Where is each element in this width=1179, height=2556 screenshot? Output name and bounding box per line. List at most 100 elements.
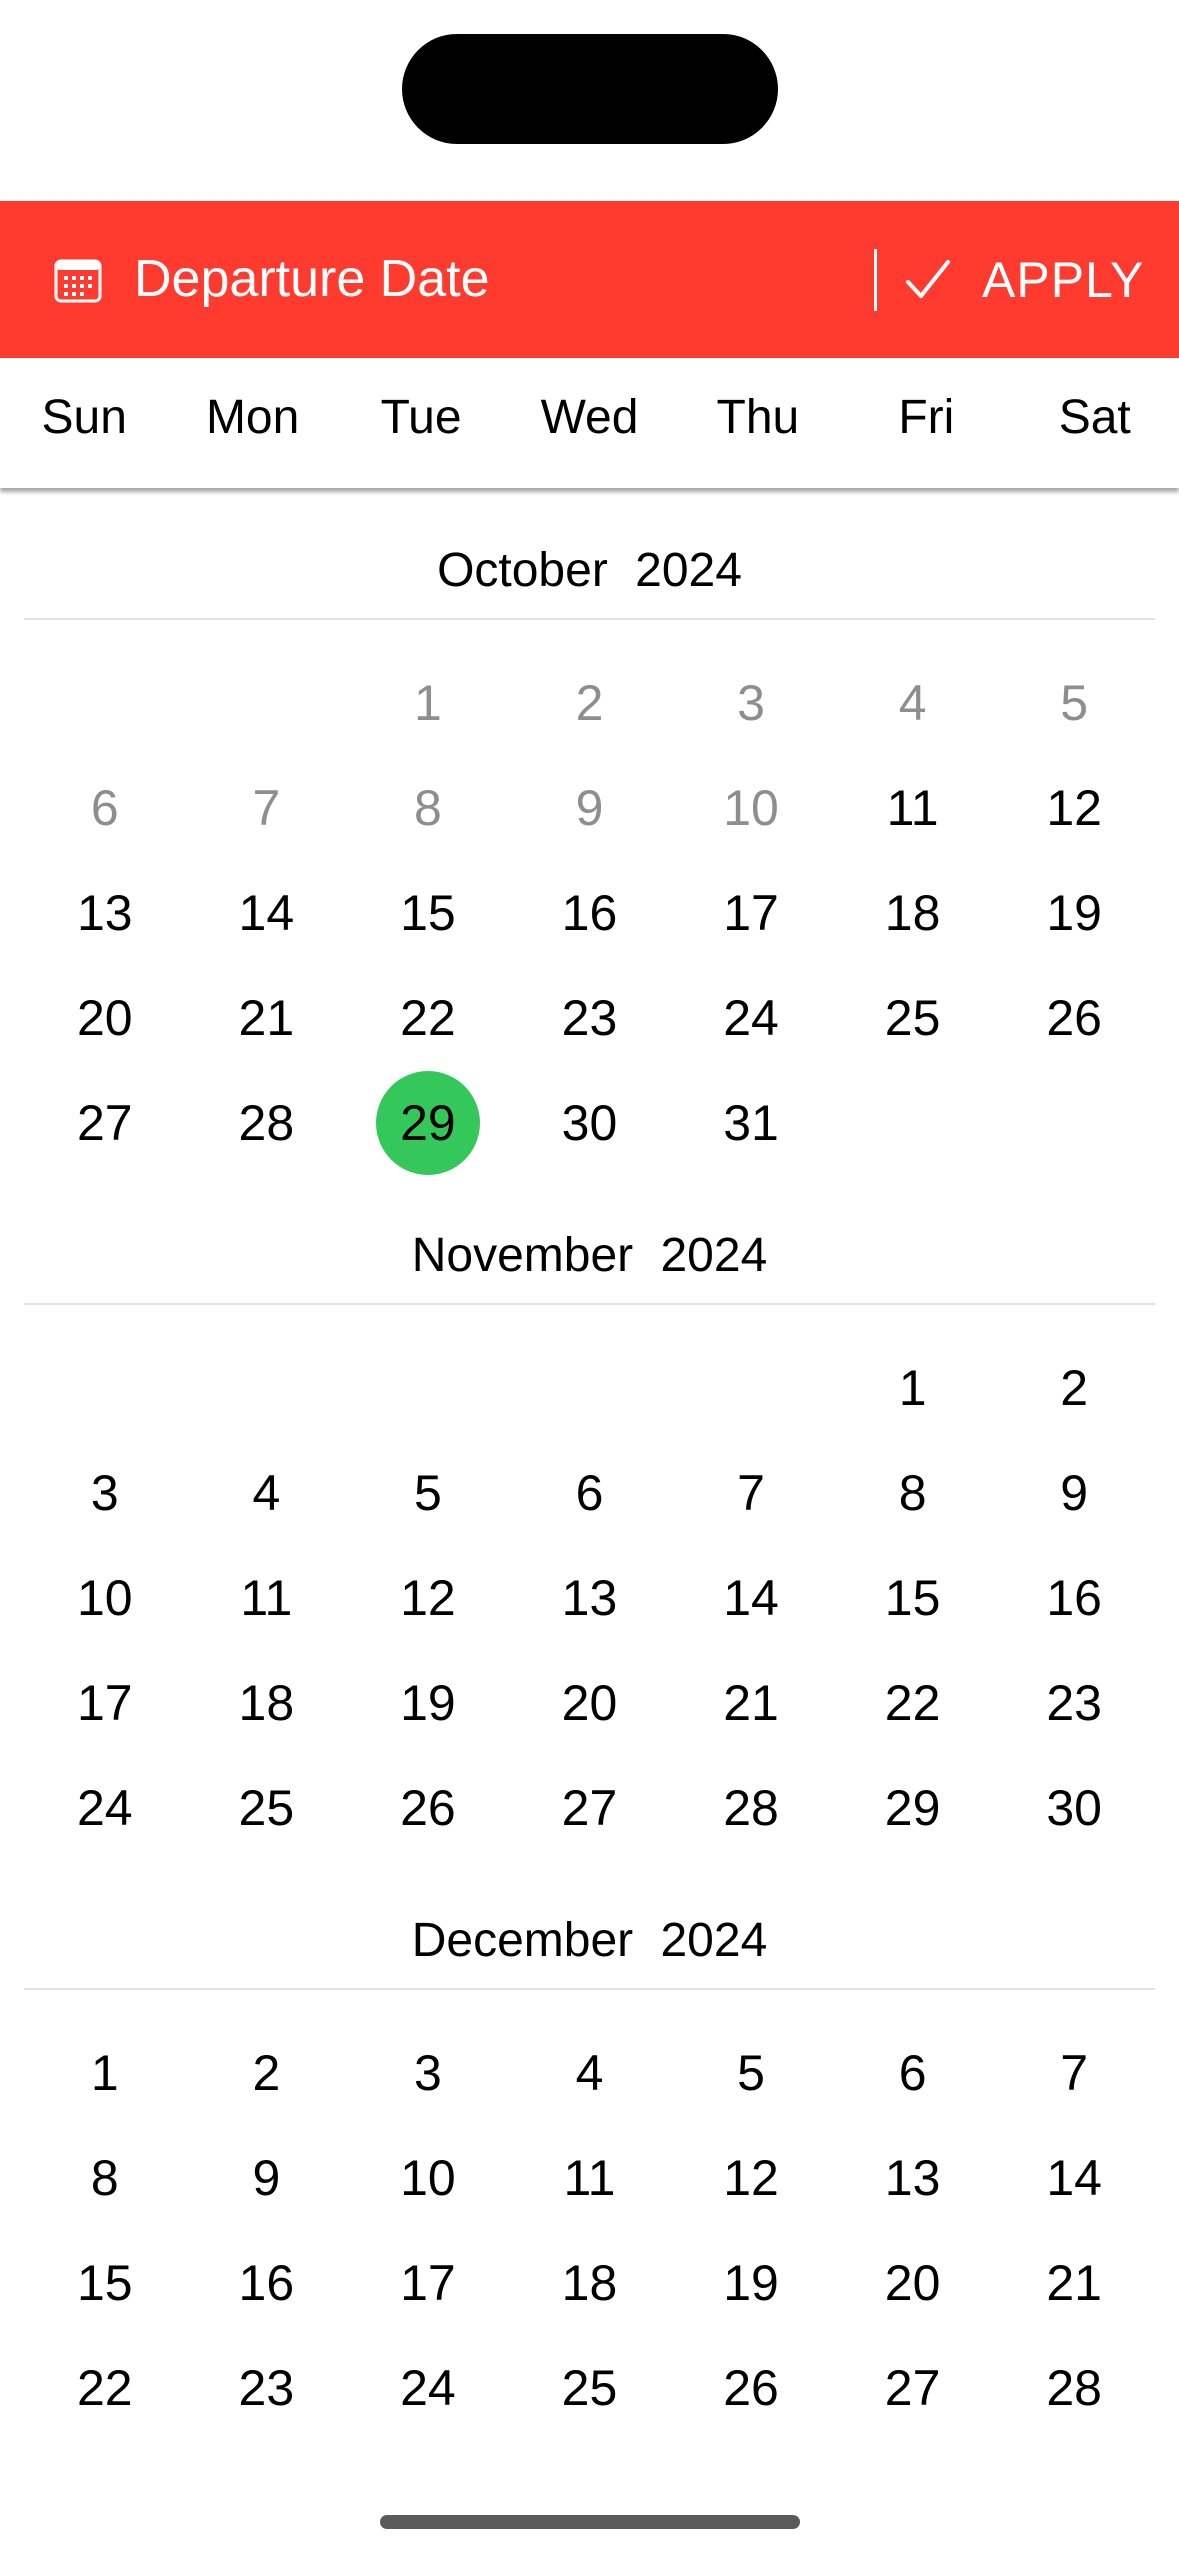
- day-cell[interactable]: 9: [993, 1440, 1155, 1545]
- day-cell[interactable]: 23: [186, 2335, 348, 2440]
- week-row: 1 2 3 4 5 6 7: [24, 2020, 1155, 2125]
- day-cell[interactable]: 21: [670, 1650, 832, 1755]
- day-cell[interactable]: 28: [186, 1070, 348, 1175]
- day-cell[interactable]: 18: [832, 860, 994, 965]
- day-cell[interactable]: 14: [186, 860, 348, 965]
- day-cell[interactable]: 22: [347, 965, 509, 1070]
- day-cell[interactable]: 18: [186, 1650, 348, 1755]
- day-cell[interactable]: 29: [832, 1755, 994, 1860]
- day-cell[interactable]: 7: [670, 1440, 832, 1545]
- apply-button[interactable]: APPLY: [900, 201, 1160, 358]
- calendar-scroll-view[interactable]: October 2024 1 2 3 4 5 6 7 8 9 10 11 12 13 14 15 16 17 18 1…: [0, 490, 1179, 2440]
- day-cell[interactable]: 24: [24, 1755, 186, 1860]
- day-cell[interactable]: 16: [186, 2230, 348, 2335]
- day-cell[interactable]: 25: [832, 965, 994, 1070]
- day-cell[interactable]: 12: [993, 755, 1155, 860]
- day-cell[interactable]: 20: [24, 965, 186, 1070]
- day-cell[interactable]: 13: [24, 860, 186, 965]
- day-cell[interactable]: 9: [186, 2125, 348, 2230]
- day-number: 2: [252, 2044, 281, 2101]
- day-cell[interactable]: 3: [347, 2020, 509, 2125]
- day-cell[interactable]: 27: [509, 1755, 671, 1860]
- day-cell[interactable]: 16: [509, 860, 671, 965]
- day-cell[interactable]: 11: [509, 2125, 671, 2230]
- day-cell[interactable]: 5: [670, 2020, 832, 2125]
- day-cell[interactable]: 17: [670, 860, 832, 965]
- calendar-icon: [54, 259, 102, 303]
- day-cell[interactable]: 26: [347, 1755, 509, 1860]
- day-number: 10: [76, 1569, 133, 1626]
- weekday-thu: Thu: [716, 391, 800, 444]
- day-cell[interactable]: 4: [186, 1440, 348, 1545]
- day-cell[interactable]: 10: [24, 1545, 186, 1650]
- day-cell[interactable]: 7: [993, 2020, 1155, 2125]
- day-cell[interactable]: 21: [993, 2230, 1155, 2335]
- day-number: 8: [90, 2149, 119, 2206]
- day-cell[interactable]: 2: [186, 2020, 348, 2125]
- day-cell[interactable]: 25: [509, 2335, 671, 2440]
- day-cell[interactable]: 13: [832, 2125, 994, 2230]
- day-number: 3: [90, 1464, 119, 1521]
- day-cell[interactable]: 1: [832, 1335, 994, 1440]
- day-cell[interactable]: 24: [670, 965, 832, 1070]
- day-cell[interactable]: 15: [24, 2230, 186, 2335]
- day-cell[interactable]: 30: [509, 1070, 671, 1175]
- day-cell[interactable]: 6: [832, 2020, 994, 2125]
- week-row: 6 7 8 9 10 11 12: [24, 755, 1155, 860]
- day-number: 29: [375, 1070, 480, 1175]
- day-number: 18: [884, 884, 941, 941]
- weekday-fri: Fri: [898, 391, 955, 444]
- day-number: 19: [723, 2254, 779, 2311]
- day-number: 14: [723, 1569, 779, 1626]
- day-cell[interactable]: 14: [670, 1545, 832, 1650]
- day-cell[interactable]: 28: [993, 2335, 1155, 2440]
- day-number: 8: [898, 1464, 927, 1521]
- day-number: 5: [414, 1464, 442, 1521]
- day-cell[interactable]: 6: [509, 1440, 671, 1545]
- day-cell[interactable]: 14: [993, 2125, 1155, 2230]
- day-cell[interactable]: 19: [993, 860, 1155, 965]
- day-cell[interactable]: 11: [832, 755, 994, 860]
- day-cell[interactable]: 8: [832, 1440, 994, 1545]
- day-cell[interactable]: 21: [186, 965, 348, 1070]
- day-cell[interactable]: 28: [670, 1755, 832, 1860]
- day-cell[interactable]: 24: [347, 2335, 509, 2440]
- day-number: 3: [737, 674, 765, 731]
- day-cell[interactable]: 20: [832, 2230, 994, 2335]
- day-cell[interactable]: 19: [347, 1650, 509, 1755]
- day-cell[interactable]: 19: [670, 2230, 832, 2335]
- day-cell[interactable]: 22: [832, 1650, 994, 1755]
- day-cell-selected[interactable]: 29: [347, 1070, 509, 1175]
- day-cell[interactable]: 2: [993, 1335, 1155, 1440]
- day-cell[interactable]: 5: [347, 1440, 509, 1545]
- day-cell[interactable]: 13: [509, 1545, 671, 1650]
- day-cell[interactable]: 27: [24, 1070, 186, 1175]
- day-cell[interactable]: 16: [993, 1545, 1155, 1650]
- day-cell[interactable]: 17: [24, 1650, 186, 1755]
- day-cell[interactable]: 26: [670, 2335, 832, 2440]
- day-cell[interactable]: 15: [347, 860, 509, 965]
- day-cell[interactable]: 25: [186, 1755, 348, 1860]
- day-cell[interactable]: 18: [509, 2230, 671, 2335]
- day-cell[interactable]: 26: [993, 965, 1155, 1070]
- day-cell[interactable]: 23: [509, 965, 671, 1070]
- day-cell[interactable]: 11: [186, 1545, 348, 1650]
- day-cell[interactable]: 22: [24, 2335, 186, 2440]
- day-cell[interactable]: 20: [509, 1650, 671, 1755]
- day-cell[interactable]: 3: [24, 1440, 186, 1545]
- day-cell[interactable]: 23: [993, 1650, 1155, 1755]
- header-divider: [874, 249, 877, 311]
- day-cell[interactable]: 8: [24, 2125, 186, 2230]
- day-cell[interactable]: 27: [832, 2335, 994, 2440]
- day-cell[interactable]: 10: [347, 2125, 509, 2230]
- day-cell[interactable]: 15: [832, 1545, 994, 1650]
- day-cell[interactable]: 30: [993, 1755, 1155, 1860]
- day-cell: 9: [509, 755, 671, 860]
- day-cell[interactable]: 12: [670, 2125, 832, 2230]
- day-cell[interactable]: 31: [670, 1070, 832, 1175]
- day-cell[interactable]: 12: [347, 1545, 509, 1650]
- day-number: 24: [400, 2359, 456, 2416]
- day-cell[interactable]: 4: [509, 2020, 671, 2125]
- day-cell[interactable]: 1: [24, 2020, 186, 2125]
- day-cell[interactable]: 17: [347, 2230, 509, 2335]
